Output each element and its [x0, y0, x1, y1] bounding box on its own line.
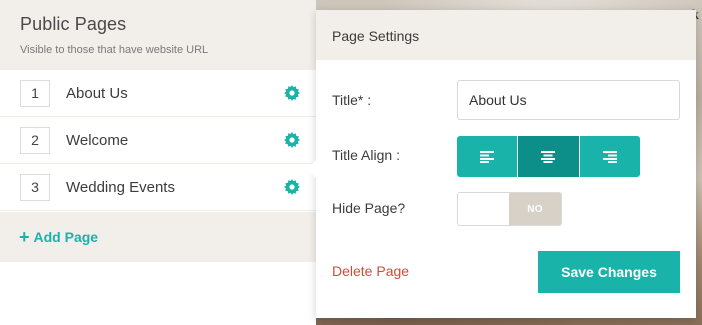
hide-page-toggle[interactable]: NO: [457, 192, 562, 226]
page-name[interactable]: About Us: [66, 85, 128, 102]
title-input[interactable]: [457, 80, 680, 120]
align-center-button[interactable]: [518, 136, 580, 177]
page-number: 2: [20, 126, 50, 154]
panel-title: Public Pages: [20, 14, 127, 34]
page-number: 1: [20, 79, 50, 107]
panel-subtitle: Visible to those that have website URL: [20, 44, 209, 56]
pages-panel: Public Pages Visible to those that have …: [0, 0, 316, 325]
popover-arrow: [307, 160, 316, 178]
page-settings-popover: Page Settings Title* : Title Align :: [307, 10, 696, 318]
gear-icon[interactable]: [284, 132, 300, 148]
align-right-button[interactable]: [579, 136, 640, 177]
add-page-button[interactable]: + Add Page: [0, 212, 316, 262]
page-number: 3: [20, 173, 50, 201]
page-row[interactable]: 1 About Us: [0, 70, 316, 117]
align-left-icon: [480, 150, 495, 163]
save-changes-button[interactable]: Save Changes: [538, 251, 680, 293]
page-row[interactable]: 3 Wedding Events: [0, 164, 316, 211]
align-center-icon: [541, 150, 556, 163]
align-right-icon: [602, 150, 617, 163]
gear-icon[interactable]: [284, 85, 300, 101]
title-label: Title* :: [332, 92, 372, 108]
title-align-label: Title Align :: [332, 147, 400, 163]
delete-page-link[interactable]: Delete Page: [332, 263, 409, 279]
title-align-group: [457, 136, 640, 177]
align-left-button[interactable]: [457, 136, 519, 177]
add-page-label: Add Page: [33, 229, 99, 245]
plus-icon: +: [19, 227, 30, 247]
toggle-state-label: NO: [509, 193, 561, 225]
page-name[interactable]: Welcome: [66, 132, 128, 149]
popover-header: Page Settings: [316, 10, 696, 60]
toggle-knob: [458, 193, 509, 225]
page-row[interactable]: 2 Welcome: [0, 117, 316, 164]
page-name[interactable]: Wedding Events: [66, 179, 175, 196]
page-list: 1 About Us 2 Welcome 3 Wedding Events: [0, 70, 316, 211]
pages-panel-header: Public Pages Visible to those that have …: [0, 0, 316, 70]
gear-icon[interactable]: [284, 179, 300, 195]
hide-page-label: Hide Page?: [332, 200, 406, 216]
